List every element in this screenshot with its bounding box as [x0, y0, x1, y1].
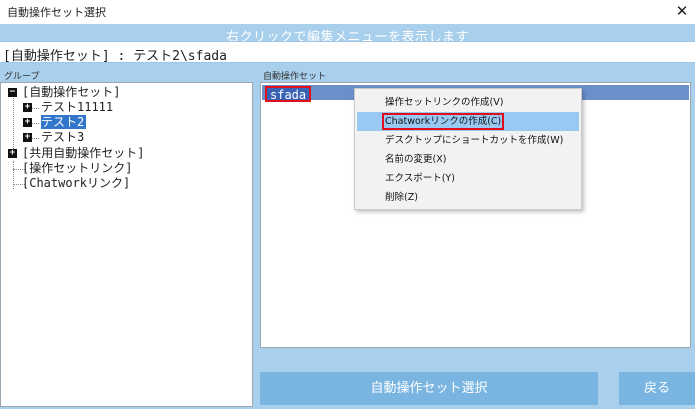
tree-item-label: [共用自動操作セット]: [22, 146, 145, 160]
path-bar: [自動操作セット] : テスト2\sfada: [0, 41, 695, 64]
menu-item-create-set-link[interactable]: 操作セットリンクの作成(V): [357, 93, 579, 112]
tree-item-test2[interactable]: + テスト2: [21, 115, 87, 130]
expand-icon[interactable]: +: [8, 149, 17, 158]
collapse-icon[interactable]: −: [8, 88, 17, 97]
expand-icon[interactable]: +: [23, 118, 32, 127]
expand-icon[interactable]: +: [23, 133, 32, 142]
tree-item-label: [Chatworkリンク]: [22, 176, 131, 190]
tree-item-test3[interactable]: + テスト3: [21, 130, 84, 145]
context-menu: 操作セットリンクの作成(V) Chatworkリンクの作成(C) デスクトップに…: [354, 88, 582, 210]
menu-item-create-chatwork-link[interactable]: Chatworkリンクの作成(C): [357, 112, 579, 131]
close-icon[interactable]: ✕: [669, 0, 695, 24]
tree-item-label: [操作セットリンク]: [22, 161, 133, 175]
menu-item-rename[interactable]: 名前の変更(X): [357, 150, 579, 169]
menu-item-label: Chatworkリンクの作成(C): [382, 113, 505, 130]
menu-item-label: 削除(Z): [385, 192, 418, 203]
set-panel-label: 自動操作セット: [263, 72, 327, 82]
window-title: 自動操作セット選択: [7, 6, 106, 19]
tree-item-set-links[interactable]: [操作セットリンク]: [6, 161, 132, 176]
tree-item-label: [自動操作セット]: [22, 85, 121, 99]
back-button[interactable]: 戻る: [619, 372, 695, 405]
menu-item-label: 操作セットリンクの作成(V): [385, 97, 504, 108]
tree-item-label: テスト3: [41, 130, 85, 144]
menu-item-label: エクスポート(Y): [385, 173, 455, 184]
tree-item-label: テスト2: [41, 115, 87, 129]
select-auto-set-button[interactable]: 自動操作セット選択: [260, 372, 598, 405]
tree-item-auto-sets[interactable]: − [自動操作セット]: [6, 85, 120, 100]
tree-item-chatwork-links[interactable]: [Chatworkリンク]: [6, 176, 130, 191]
expand-icon[interactable]: +: [23, 103, 32, 112]
group-tree[interactable]: − [自動操作セット] + テスト11111 + テスト2 + テスト3 + […: [0, 82, 253, 407]
menu-item-create-desktop-shortcut[interactable]: デスクトップにショートカットを作成(W): [357, 131, 579, 150]
menu-item-delete[interactable]: 削除(Z): [357, 188, 579, 207]
list-item-label: sfada: [265, 86, 312, 102]
menu-item-export[interactable]: エクスポート(Y): [357, 169, 579, 188]
current-path: [自動操作セット] : テスト2\sfada: [3, 49, 227, 64]
tree-item-test11111[interactable]: + テスト11111: [21, 100, 113, 115]
menu-item-label: 名前の変更(X): [385, 154, 447, 165]
title-bar: 自動操作セット選択 ✕: [0, 0, 695, 24]
tree-item-shared-sets[interactable]: + [共用自動操作セット]: [6, 146, 144, 161]
group-panel-label: グループ: [4, 72, 40, 82]
tree-item-label: テスト11111: [41, 100, 114, 114]
menu-item-label: デスクトップにショートカットを作成(W): [385, 135, 564, 146]
